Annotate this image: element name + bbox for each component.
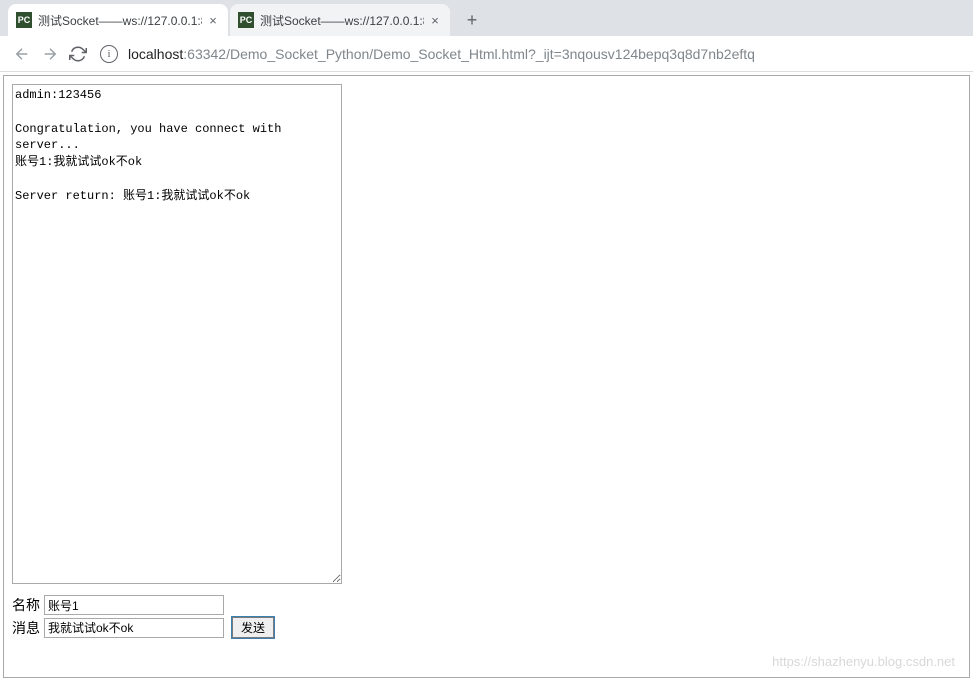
- tab-title: 测试Socket——ws://127.0.0.1:8: [260, 12, 424, 29]
- browser-tab-1[interactable]: PC 测试Socket——ws://127.0.0.1:8 ×: [8, 4, 228, 36]
- tab-favicon: PC: [238, 12, 254, 28]
- site-info-icon[interactable]: i: [100, 45, 118, 63]
- url-path: :63342/Demo_Socket_Python/Demo_Socket_Ht…: [183, 46, 755, 62]
- name-label: 名称: [12, 595, 44, 615]
- reload-button[interactable]: [64, 40, 92, 68]
- message-row: 消息 发送: [12, 617, 961, 638]
- watermark-text: https://shazhenyu.blog.csdn.net: [772, 654, 955, 669]
- tab-title: 测试Socket——ws://127.0.0.1:8: [38, 12, 202, 29]
- arrow-right-icon: [41, 45, 59, 63]
- message-label: 消息: [12, 618, 44, 638]
- send-button[interactable]: 发送: [232, 617, 274, 638]
- tab-favicon: PC: [16, 12, 32, 28]
- close-icon[interactable]: ×: [206, 13, 220, 27]
- back-button[interactable]: [8, 40, 36, 68]
- reload-icon: [69, 45, 87, 63]
- browser-tab-bar: PC 测试Socket——ws://127.0.0.1:8 × PC 测试Soc…: [0, 0, 973, 36]
- url-host: localhost: [128, 46, 183, 62]
- name-row: 名称: [12, 595, 961, 615]
- close-icon[interactable]: ×: [428, 13, 442, 27]
- address-bar[interactable]: i localhost:63342/Demo_Socket_Python/Dem…: [100, 40, 965, 68]
- forward-button[interactable]: [36, 40, 64, 68]
- browser-tab-2[interactable]: PC 测试Socket——ws://127.0.0.1:8 ×: [230, 4, 450, 36]
- new-tab-button[interactable]: +: [458, 6, 486, 34]
- page-content: 名称 消息 发送 https://shazhenyu.blog.csdn.net: [3, 75, 970, 678]
- name-input[interactable]: [44, 595, 224, 615]
- output-textarea[interactable]: [12, 84, 342, 584]
- message-input[interactable]: [44, 618, 224, 638]
- arrow-left-icon: [13, 45, 31, 63]
- browser-toolbar: i localhost:63342/Demo_Socket_Python/Dem…: [0, 36, 973, 72]
